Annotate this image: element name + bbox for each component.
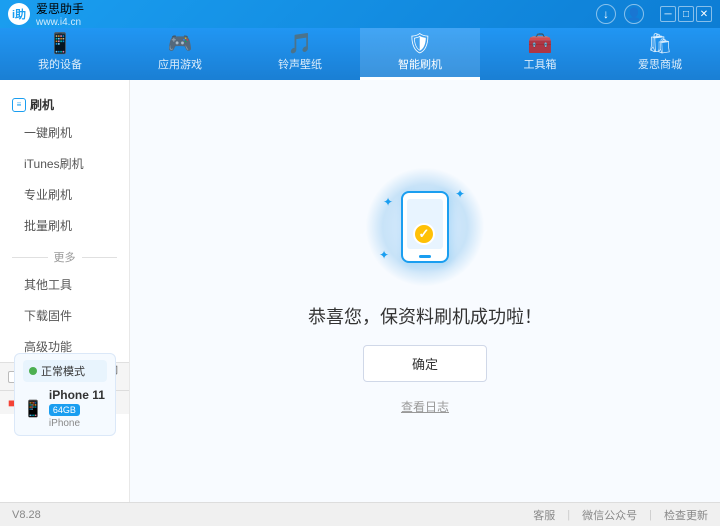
app-url: www.i4.cn	[36, 17, 84, 28]
nav-ringtone-label: 铃声壁纸	[278, 56, 322, 72]
nav-mydevice-label: 我的设备	[38, 56, 82, 72]
nav-store-label: 爱思商城	[638, 56, 682, 72]
device-details: iPhone 11 64GB iPhone	[49, 388, 105, 429]
user-icon[interactable]: 👤	[624, 4, 644, 24]
mydevice-icon: 📱	[48, 34, 73, 54]
sidebar-item-firmware[interactable]: 下载固件	[0, 300, 129, 331]
phone-home-btn	[419, 255, 431, 258]
success-illustration: ✦ ✦ ✦ ✓	[365, 167, 485, 287]
sidebar-item-itunes[interactable]: iTunes刷机	[0, 148, 129, 179]
nav-smartflash-label: 智能刷机	[398, 56, 442, 72]
appgame-icon: 🎮	[168, 34, 193, 54]
confirm-button[interactable]: 确定	[363, 345, 487, 382]
content-area: ✦ ✦ ✦ ✓ 恭喜您，保资料刷机成功啦！ 确定 查看日志	[130, 80, 720, 502]
device-storage: 64GB	[49, 404, 80, 416]
device-name: iPhone 11	[49, 388, 105, 402]
nav-store[interactable]: 🛍 爱思商城	[600, 28, 720, 80]
footer-wechat-link[interactable]: 微信公众号	[582, 507, 637, 523]
nav-mydevice[interactable]: 📱 我的设备	[0, 28, 120, 80]
nav-ringtone[interactable]: 🎵 铃声壁纸	[240, 28, 360, 80]
version-text: V8.28	[12, 509, 41, 521]
mode-text: 正常模式	[41, 363, 85, 379]
footer-support-link[interactable]: 客服	[533, 507, 555, 523]
sparkle-icon-1: ✦	[455, 187, 465, 201]
app-name: 爱思助手	[36, 2, 84, 16]
nav-smartflash[interactable]: 🛡 智能刷机	[360, 28, 480, 80]
divider-line-left	[12, 257, 48, 258]
titlebar: i助 爱思助手 www.i4.cn ↓ 👤 ─ □ ✕	[0, 0, 720, 28]
sidebar-section-flash: ≡ 刷机	[0, 88, 129, 117]
device-panel: 正常模式 📱 iPhone 11 64GB iPhone	[14, 353, 116, 436]
device-model: iPhone	[49, 418, 105, 429]
footer: V8.28 客服 | 微信公众号 | 检查更新	[0, 502, 720, 526]
sidebar-more-divider: 更多	[0, 241, 129, 269]
sidebar-section-flash-label: 刷机	[30, 96, 54, 113]
mode-status-dot	[29, 367, 37, 375]
maximize-button[interactable]: □	[678, 6, 694, 22]
sidebar-section-more-label: 更多	[54, 249, 76, 265]
store-icon: 🛍	[647, 34, 672, 54]
view-log-link[interactable]: 查看日志	[401, 398, 449, 415]
smartflash-icon: 🛡	[407, 34, 432, 54]
sidebar-item-tools[interactable]: 其他工具	[0, 269, 129, 300]
sidebar-item-pro[interactable]: 专业刷机	[0, 179, 129, 210]
close-button[interactable]: ✕	[696, 6, 712, 22]
footer-sep-1: |	[567, 509, 570, 521]
sidebar: ≡ 刷机 一键刷机 iTunes刷机 专业刷机 批量刷机 更多 其他工具 下载固…	[0, 80, 130, 502]
minimize-button[interactable]: ─	[660, 6, 676, 22]
download-icon[interactable]: ↓	[596, 4, 616, 24]
nav-toolbox[interactable]: 🧰 工具箱	[480, 28, 600, 80]
sidebar-item-batch[interactable]: 批量刷机	[0, 210, 129, 241]
footer-update-link[interactable]: 检查更新	[664, 507, 708, 523]
toolbox-icon: 🧰	[528, 34, 553, 54]
divider-line-right	[82, 257, 118, 258]
sidebar-item-onekey[interactable]: 一键刷机	[0, 117, 129, 148]
ringtone-icon: 🎵	[288, 34, 313, 54]
navbar: 📱 我的设备 🎮 应用游戏 🎵 铃声壁纸 🛡 智能刷机 🧰 工具箱 🛍 爱思商城	[0, 28, 720, 80]
mode-badge: 正常模式	[23, 360, 107, 382]
device-info: 📱 iPhone 11 64GB iPhone	[23, 388, 107, 429]
sparkle-icon-2: ✦	[383, 195, 393, 209]
nav-appgame[interactable]: 🎮 应用游戏	[120, 28, 240, 80]
device-phone-icon: 📱	[23, 399, 43, 419]
flash-section-icon: ≡	[12, 98, 26, 112]
nav-toolbox-label: 工具箱	[524, 56, 557, 72]
logo-icon: i助	[8, 3, 30, 25]
success-checkmark: ✓	[413, 223, 435, 245]
success-message: 恭喜您，保资料刷机成功啦！	[308, 303, 542, 329]
logo-text-block: 爱思助手 www.i4.cn	[36, 0, 84, 28]
app-logo: i助 爱思助手 www.i4.cn	[8, 0, 84, 28]
nav-appgame-label: 应用游戏	[158, 56, 202, 72]
main-layout: ≡ 刷机 一键刷机 iTunes刷机 专业刷机 批量刷机 更多 其他工具 下载固…	[0, 80, 720, 502]
sparkle-icon-3: ✦	[379, 248, 389, 262]
footer-sep-2: |	[649, 509, 652, 521]
titlebar-right: ↓ 👤 ─ □ ✕	[596, 4, 712, 24]
